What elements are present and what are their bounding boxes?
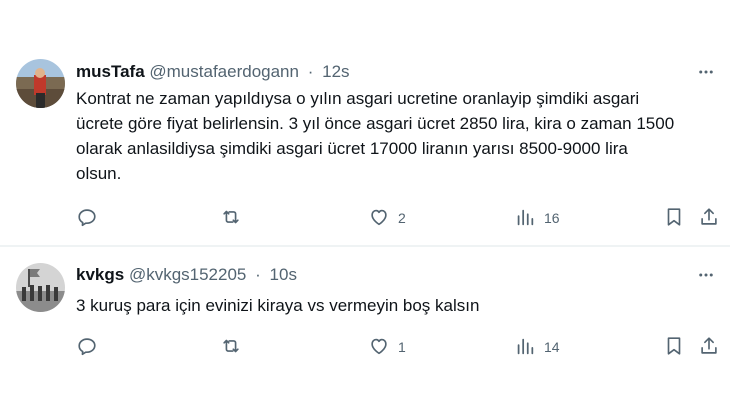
user-handle[interactable]: @mustafaerdogann <box>149 62 299 81</box>
share-button[interactable] <box>698 335 720 359</box>
share-icon <box>698 335 720 360</box>
view-count: 14 <box>544 339 560 355</box>
views-button[interactable]: 14 <box>514 335 560 359</box>
share-button[interactable] <box>698 206 720 230</box>
bookmark-icon <box>663 335 685 360</box>
tweet-actions: 2 16 <box>76 206 722 230</box>
display-name[interactable]: musTafa <box>76 62 145 81</box>
more-horizontal-icon[interactable] <box>694 263 718 287</box>
avatar[interactable] <box>16 59 65 108</box>
more-horizontal-icon[interactable] <box>694 60 718 84</box>
views-chart-icon <box>514 335 536 360</box>
reply-icon <box>76 206 98 231</box>
like-button[interactable]: 2 <box>368 206 406 230</box>
views-chart-icon <box>514 206 536 231</box>
heart-icon <box>368 206 390 231</box>
bookmark-button[interactable] <box>663 206 685 230</box>
view-count: 16 <box>544 210 560 226</box>
like-count: 2 <box>398 210 406 226</box>
tweet-text: Kontrat ne zaman yapıldıysa o yılın asga… <box>76 89 675 183</box>
avatar[interactable] <box>16 263 65 312</box>
like-button[interactable]: 1 <box>368 335 406 359</box>
reply-icon <box>76 335 98 360</box>
heart-icon <box>368 335 390 360</box>
reply-button[interactable] <box>76 206 98 230</box>
tweet-actions: 1 14 <box>76 335 722 359</box>
retweet-icon <box>220 335 242 360</box>
display-name[interactable]: kvkgs <box>76 265 124 284</box>
bookmark-button[interactable] <box>663 335 685 359</box>
tweet-text: 3 kuruş para için evinizi kiraya vs verm… <box>76 296 480 315</box>
tweet-time[interactable]: 12s <box>322 62 349 81</box>
retweet-icon <box>220 206 242 231</box>
retweet-button[interactable] <box>220 206 242 230</box>
reply-button[interactable] <box>76 335 98 359</box>
tweet[interactable]: musTafa @mustafaerdogann · 12s Kontrat n… <box>0 0 730 245</box>
separator-dot: · <box>307 62 314 81</box>
user-handle[interactable]: @kvkgs152205 <box>129 265 246 284</box>
views-button[interactable]: 16 <box>514 206 560 230</box>
retweet-button[interactable] <box>220 335 242 359</box>
tweet-time[interactable]: 10s <box>270 265 297 284</box>
like-count: 1 <box>398 339 406 355</box>
tweet-header: kvkgs @kvkgs152205 · 10s <box>76 263 297 287</box>
separator-dot: · <box>255 265 261 284</box>
bookmark-icon <box>663 206 685 231</box>
tweet[interactable]: kvkgs @kvkgs152205 · 10s 3 kuruş para iç… <box>0 247 730 420</box>
tweet-header: musTafa @mustafaerdogann · 12s <box>76 60 350 84</box>
share-icon <box>698 206 720 231</box>
